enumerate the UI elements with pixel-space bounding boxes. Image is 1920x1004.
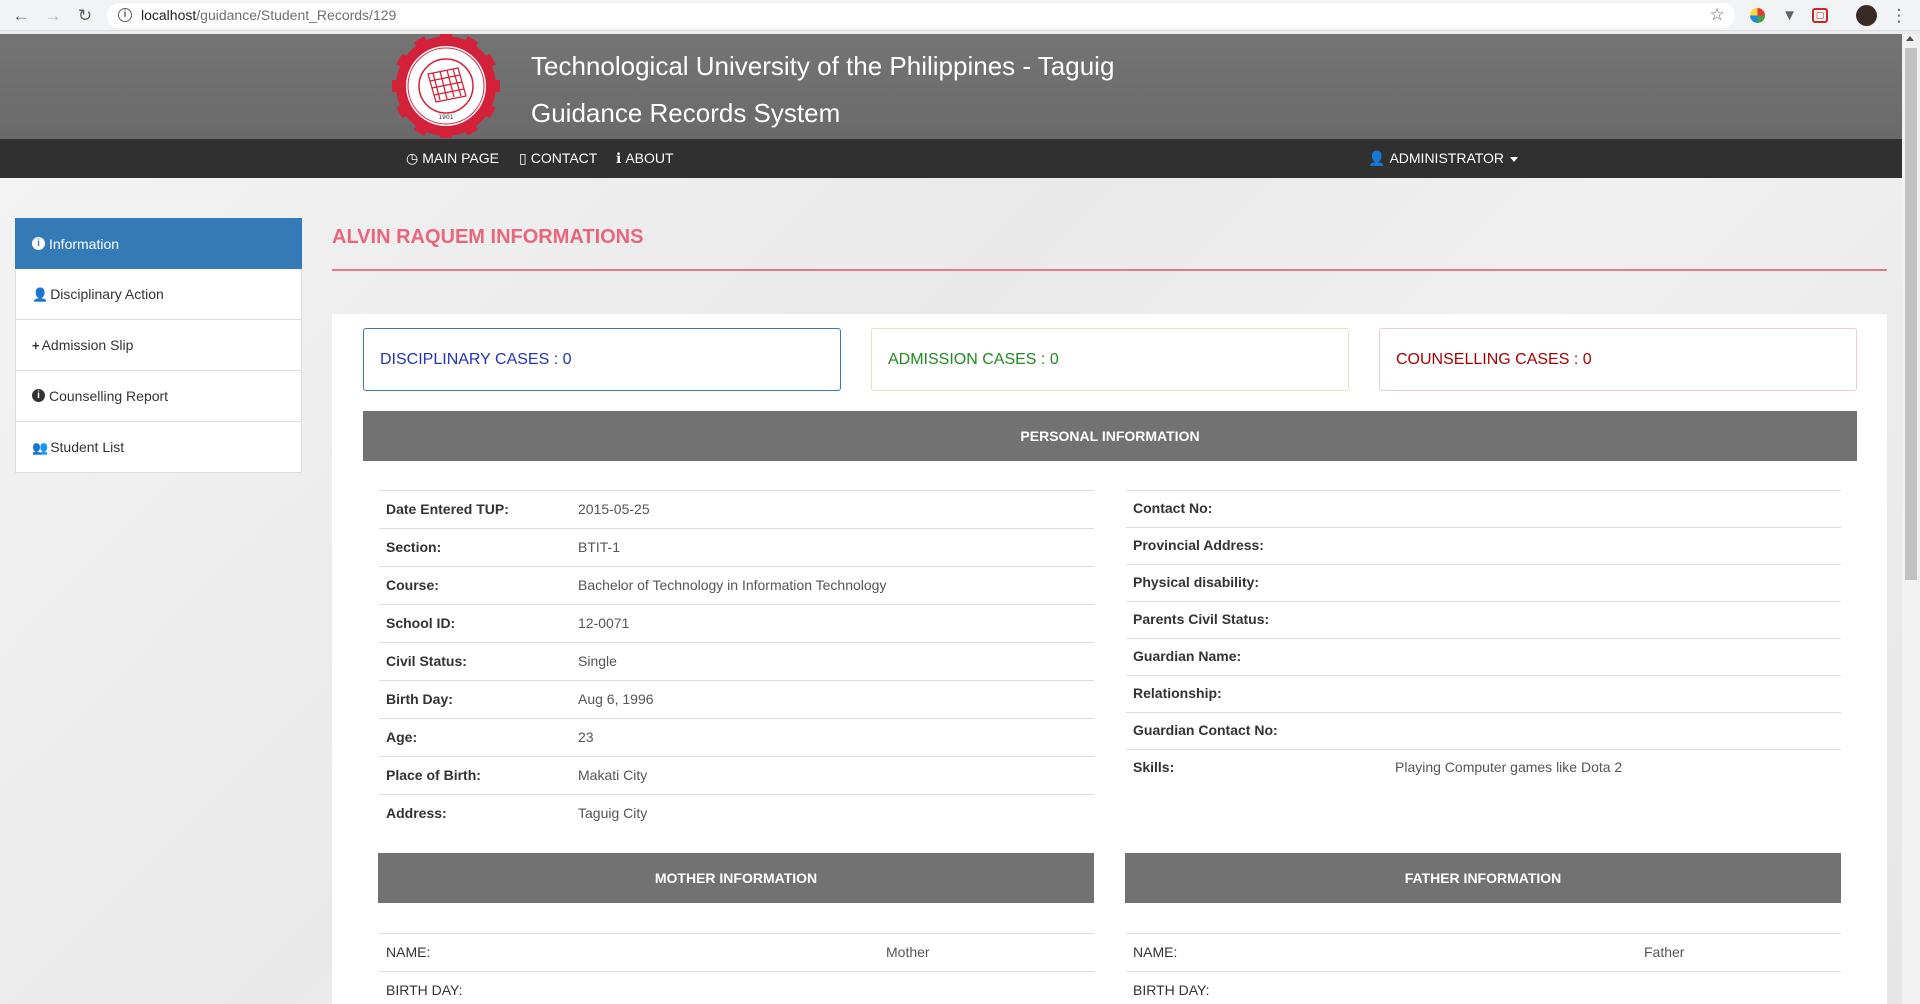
table-row: Guardian Contact No:: [1126, 712, 1841, 749]
table-row: Birth Day: Aug 6, 1996: [379, 680, 1094, 718]
vue-extension-icon[interactable]: ▼: [1779, 5, 1800, 26]
table-row: Provincial Address:: [1126, 527, 1841, 564]
user-dropdown[interactable]: 👤 ADMINISTRATOR: [1368, 139, 1519, 178]
father-information-header: FATHER INFORMATION: [1125, 853, 1841, 903]
admission-cases-box[interactable]: ADMISSION CASES : 0: [871, 328, 1349, 391]
address-bar[interactable]: i localhost/guidance/Student_Records/129…: [107, 3, 1735, 28]
table-row: BIRTH DAY:: [379, 971, 1094, 1004]
table-row: Date Entered TUP: 2015-05-25: [379, 490, 1094, 528]
table-row: Section: BTIT-1: [379, 528, 1094, 566]
sidebar-item-admission-slip[interactable]: + Admission Slip: [15, 320, 302, 371]
site-info-icon[interactable]: i: [118, 8, 132, 22]
table-row: NAME: Father: [1126, 933, 1841, 971]
back-arrow-icon[interactable]: ←: [8, 3, 34, 29]
table-row: Relationship:: [1126, 675, 1841, 712]
table-row: Course: Bachelor of Technology in Informa…: [379, 566, 1094, 604]
table-row: School ID: 12-0071: [379, 604, 1094, 642]
dashboard-icon: ◷: [406, 150, 419, 166]
table-row: BIRTH DAY:: [1126, 971, 1841, 1004]
university-logo[interactable]: 1901: [379, 34, 513, 138]
table-row: Contact No:: [1126, 490, 1841, 527]
color-extension-icon[interactable]: [1750, 8, 1765, 23]
table-row: Age: 23: [379, 718, 1094, 756]
users-icon: 👥: [32, 440, 49, 455]
table-row: NAME: Mother: [379, 933, 1094, 971]
info-circle-icon: [32, 237, 45, 250]
table-row: Civil Status: Single: [379, 642, 1094, 680]
user-icon: 👤: [32, 287, 49, 302]
page-title: ALVIN RAQUEM INFORMATIONS: [332, 226, 644, 248]
shield-extension-icon[interactable]: ▢: [1812, 8, 1828, 23]
sidebar-item-counselling-report[interactable]: Counselling Report: [15, 371, 302, 422]
counselling-cases-box[interactable]: COUNSELLING CASES : 0: [1379, 328, 1857, 391]
info-icon: ℹ: [616, 150, 622, 166]
site-title: Technological University of the Philippi…: [531, 51, 1115, 81]
mother-information-header: MOTHER INFORMATION: [378, 853, 1094, 903]
site-subtitle: Guidance Records System: [531, 98, 841, 128]
table-row: Address: Taguig City: [379, 794, 1094, 832]
top-navbar: ◷ MAIN PAGE ▯ CONTACT ℹ ABOUT 👤 ADMINISTRATO…: [0, 139, 1902, 178]
sidebar-item-disciplinary-action[interactable]: 👤 Disciplinary Action: [15, 269, 302, 320]
plus-icon: +: [32, 338, 40, 353]
profile-avatar-icon[interactable]: [1856, 5, 1877, 26]
table-row: Parents Civil Status:: [1126, 601, 1841, 638]
personal-information-header: PERSONAL INFORMATION: [363, 411, 1857, 461]
nav-about[interactable]: ℹ ABOUT: [616, 139, 674, 178]
nav-contact[interactable]: ▯ CONTACT: [519, 139, 597, 178]
table-row: Guardian Name:: [1126, 638, 1841, 675]
caret-down-icon: [1510, 156, 1519, 162]
menu-dots-icon[interactable]: ⋮: [1886, 3, 1912, 29]
svg-text:1901: 1901: [438, 114, 453, 121]
url-text: localhost/guidance/Student_Records/129: [141, 7, 397, 23]
sidebar-item-student-list[interactable]: 👥 Student List: [15, 422, 302, 473]
browser-toolbar: ← → ↻ i localhost/guidance/Student_Recor…: [0, 0, 1920, 31]
scrollbar-thumb[interactable]: [1905, 48, 1917, 580]
user-icon: 👤: [1368, 150, 1386, 166]
sidebar-item-information[interactable]: Information: [15, 218, 302, 269]
nav-main-page[interactable]: ◷ MAIN PAGE: [406, 139, 499, 178]
reload-icon[interactable]: ↻: [72, 3, 98, 29]
forward-arrow-icon[interactable]: →: [40, 3, 66, 29]
sidebar-menu: Information 👤Disciplinary Action +Admiss…: [15, 218, 302, 473]
bookmark-star-icon[interactable]: ☆: [1704, 2, 1730, 28]
table-row: Place of Birth: Makati City: [379, 756, 1094, 794]
disciplinary-cases-box[interactable]: DISCIPLINARY CASES : 0: [363, 328, 841, 391]
scroll-up-arrow-icon[interactable]: [1906, 36, 1914, 41]
title-divider: [332, 269, 1887, 271]
info-circle-icon: [32, 389, 45, 402]
phone-icon: ▯: [519, 150, 527, 166]
site-header: 1901 Technological University of the Phi…: [0, 34, 1902, 139]
table-row: Skills: Playing Computer games like Dota …: [1126, 749, 1841, 786]
table-row: Physical disability:: [1126, 564, 1841, 601]
